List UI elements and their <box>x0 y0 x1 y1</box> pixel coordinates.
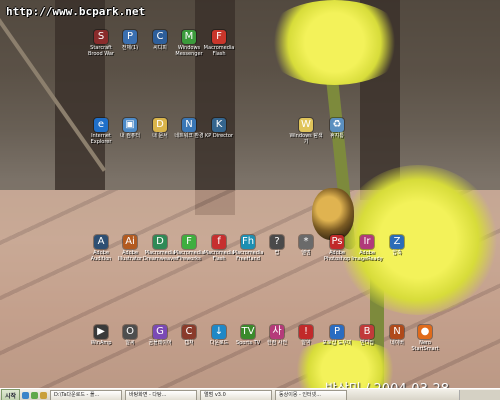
quicklaunch-desktop-icon[interactable] <box>31 391 39 399</box>
bee <box>312 188 354 240</box>
desktop-icon-label: 앨범 <box>301 250 311 256</box>
desktop-icon-label: 네트워크 환경 <box>174 133 204 139</box>
desktop-icon[interactable]: F Macromedia Fireworks <box>172 235 206 262</box>
desktop-icon-label: Macromedia Fireworks <box>173 250 205 262</box>
taskbar-window-button[interactable]: 앨범 v3.0 <box>200 389 273 400</box>
taskbar: 시작 D:\Ta다운로드 - 폴... 바탕화면 - 다탕... 앨범 v3.0… <box>0 388 500 400</box>
app-icon: C <box>153 30 167 44</box>
desktop-icon-label: 압축 <box>392 250 402 256</box>
app-icon: N <box>182 118 196 132</box>
app-icon: ♻ <box>330 118 344 132</box>
desktop-icon-label: Windows Messenger <box>175 45 203 57</box>
desktop-icon[interactable]: ! 알약 <box>289 325 323 346</box>
desktop-icon[interactable]: Ai Adobe Illustrator <box>113 235 147 262</box>
desktop-icon-label: 내 컴퓨터 <box>120 133 140 139</box>
app-icon: F <box>212 30 226 44</box>
desktop-icon[interactable]: ▣ 내 컴퓨터 <box>113 118 147 139</box>
desktop-icon-label: 캡처 <box>184 340 194 346</box>
desktop-icon[interactable]: * 앨범 <box>289 235 323 256</box>
app-icon: f <box>212 235 226 249</box>
quicklaunch-ie-icon[interactable] <box>22 391 30 399</box>
wallpaper-fence-post <box>360 0 400 200</box>
app-icon: A <box>94 235 108 249</box>
app-icon: Z <box>390 235 404 249</box>
desktop-icon-label: Adobe Illustrator <box>117 250 143 262</box>
app-icon: 사 <box>270 325 284 339</box>
start-label: 시작 <box>5 392 17 400</box>
desktop-icon-label: Macromedia Flash <box>203 45 235 57</box>
app-icon: Ps <box>330 235 344 249</box>
desktop-icon[interactable]: W Windows 탐색기 <box>289 118 323 145</box>
desktop-icon[interactable]: B 반디집 <box>350 325 384 346</box>
flower-stem <box>322 39 356 251</box>
desktop-icon[interactable]: C 캡처 <box>172 325 206 346</box>
desktop: http://www.bcpark.net S Starcraft Brood W… <box>0 0 500 400</box>
desktop-icon[interactable]: Z 압축 <box>380 235 414 256</box>
app-icon: M <box>182 30 196 44</box>
app-icon: W <box>299 118 313 132</box>
taskbar-window-button[interactable]: D:\Ta다운로드 - 폴... <box>50 389 123 400</box>
desktop-icon-label: 전체(1) <box>121 45 139 51</box>
desktop-icon[interactable]: O 알씨 <box>113 325 147 346</box>
app-icon: ● <box>418 325 432 339</box>
start-button[interactable]: 시작 <box>1 389 21 400</box>
desktop-icon[interactable]: P 포토샵 도우미 <box>320 325 354 346</box>
app-icon: * <box>299 235 313 249</box>
app-icon: ▶ <box>94 325 108 339</box>
desktop-icon-label: Windows 탐색기 <box>289 133 323 145</box>
app-icon: D <box>153 118 167 132</box>
wallpaper-wall <box>0 0 500 190</box>
wallpaper-fence-post <box>55 0 105 190</box>
app-icon: ? <box>270 235 284 249</box>
desktop-icon[interactable]: Ir Adobe ImageReady <box>350 235 384 262</box>
app-icon: e <box>94 118 108 132</box>
app-icon: O <box>123 325 137 339</box>
desktop-icon[interactable]: ● Nero StartSmart <box>408 325 442 352</box>
app-icon: D <box>153 235 167 249</box>
url-banner: http://www.bcpark.net <box>6 5 146 18</box>
desktop-icon[interactable]: M Windows Messenger <box>172 30 206 57</box>
app-icon: F <box>182 235 196 249</box>
app-icon: Fh <box>241 235 255 249</box>
app-icon: P <box>123 30 137 44</box>
app-icon: ▣ <box>123 118 137 132</box>
flower-blossom <box>262 0 407 85</box>
app-icon: ! <box>299 325 313 339</box>
desktop-icon[interactable]: ♻ 휴지통 <box>320 118 354 139</box>
app-icon: S <box>94 30 108 44</box>
app-icon: ↓ <box>212 325 226 339</box>
taskbar-window-button[interactable]: 동상이몽 - 인터넷... <box>275 389 348 400</box>
app-icon: K <box>212 118 226 132</box>
desktop-icon-label: 반디집 <box>360 340 374 346</box>
app-icon: Ir <box>360 235 374 249</box>
desktop-icon-label: 알약 <box>301 340 311 346</box>
desktop-icon-label: 포토샵 도우미 <box>322 340 352 346</box>
system-tray[interactable] <box>459 390 500 400</box>
desktop-icon[interactable]: N 네트워크 환경 <box>172 118 206 139</box>
desktop-icon-label: Adobe Photoshop <box>323 250 351 262</box>
desktop-icon-label: Nero StartSmart <box>411 340 439 352</box>
desktop-icon-label: 휴지통 <box>330 133 344 139</box>
app-icon: C <box>182 325 196 339</box>
desktop-icon[interactable]: Ps Adobe Photoshop <box>320 235 354 262</box>
app-icon: N <box>390 325 404 339</box>
app-icon: Ai <box>123 235 137 249</box>
flower-stem <box>370 240 384 390</box>
desktop-icon-label: 알씨 <box>125 340 135 346</box>
desktop-icon[interactable]: F Macromedia Flash <box>202 30 236 57</box>
app-icon: B <box>360 325 374 339</box>
desktop-icon[interactable]: K KP Director <box>202 118 236 139</box>
app-icon: TV <box>241 325 255 339</box>
taskbar-window-button[interactable]: 바탕화면 - 다탕... <box>125 389 198 400</box>
app-icon: P <box>330 325 344 339</box>
desktop-icon[interactable]: P 전체(1) <box>113 30 147 51</box>
app-icon: G <box>153 325 167 339</box>
desktop-icon-label: KP Director <box>205 133 233 139</box>
desktop-icon-label: Adobe ImageReady <box>351 250 383 262</box>
quicklaunch-media-icon[interactable] <box>40 391 48 399</box>
wallpaper-floor <box>0 190 500 390</box>
